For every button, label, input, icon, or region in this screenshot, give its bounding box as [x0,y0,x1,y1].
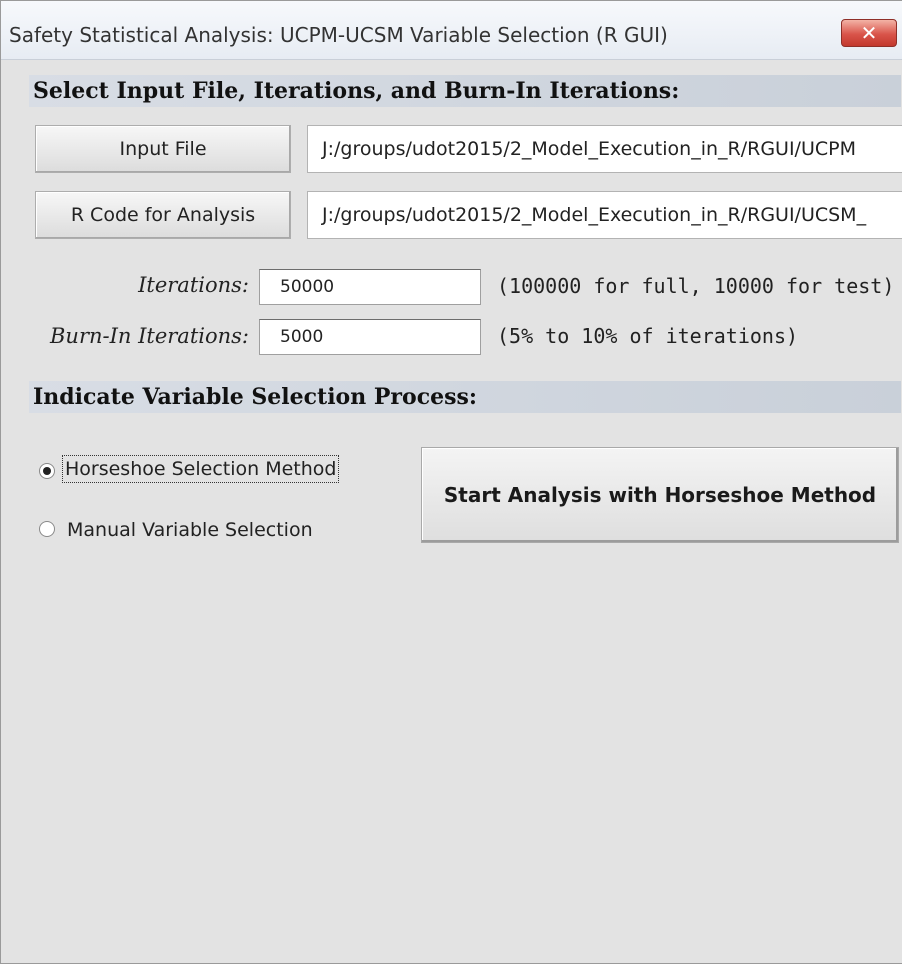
dialog-window: Safety Statistical Analysis: UCPM-UCSM V… [0,0,902,964]
horseshoe-radio[interactable] [39,463,55,479]
window-title: Safety Statistical Analysis: UCPM-UCSM V… [9,23,668,47]
close-icon: ✕ [860,21,878,45]
close-button[interactable]: ✕ [841,19,897,47]
title-bar[interactable]: Safety Statistical Analysis: UCPM-UCSM V… [1,1,902,60]
manual-radio-label[interactable]: Manual Variable Selection [67,519,313,541]
iterations-hint: (100000 for full, 10000 for test) [497,274,895,298]
burnin-label: Burn-In Iterations: [49,324,249,348]
burnin-input[interactable]: 5000 [259,319,481,355]
iterations-input[interactable]: 50000 [259,269,481,305]
radio-selected-dot [43,467,51,475]
r-code-path-field[interactable]: J:/groups/udot2015/2_Model_Execution_in_… [307,191,902,239]
input-file-path-field[interactable]: J:/groups/udot2015/2_Model_Execution_in_… [307,125,902,173]
manual-radio[interactable] [39,521,55,537]
r-code-button[interactable]: R Code for Analysis [35,191,291,239]
iterations-label: Iterations: [138,273,249,297]
section-heading-selection: Indicate Variable Selection Process: [29,381,901,413]
horseshoe-radio-label[interactable]: Horseshoe Selection Method [61,455,340,483]
input-file-button[interactable]: Input File [35,125,291,173]
burnin-hint: (5% to 10% of iterations) [497,324,799,348]
section-heading-input: Select Input File, Iterations, and Burn-… [29,75,901,107]
start-analysis-button[interactable]: Start Analysis with Horseshoe Method [421,447,899,543]
